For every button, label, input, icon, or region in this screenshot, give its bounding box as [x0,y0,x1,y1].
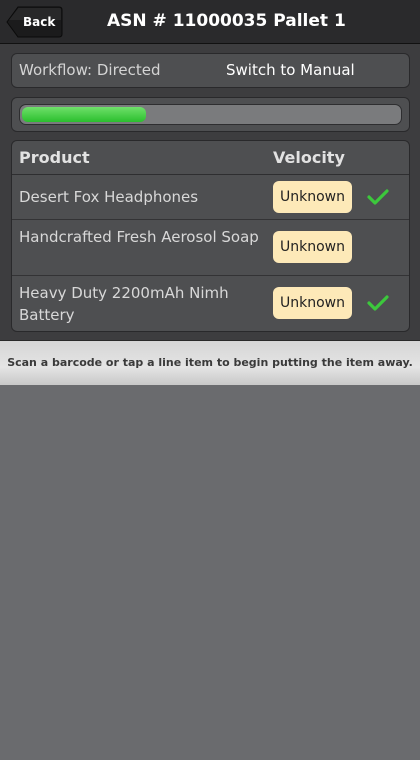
column-header-velocity: Velocity [273,148,345,167]
instruction-text: Scan a barcode or tap a line item to beg… [7,356,413,369]
velocity-badge: Unknown [273,181,352,213]
page-title: ASN # 11000035 Pallet 1 [107,11,346,31]
main-content: Workflow: Directed Switch to Manual Prod… [0,44,420,340]
header-bar: Back ASN # 11000035 Pallet 1 [0,0,420,44]
back-button-label: Back [23,15,56,29]
progress-bar [19,104,402,125]
checkmark-icon [367,295,389,311]
product-name: Desert Fox Headphones [19,188,199,206]
table-row[interactable]: Heavy Duty 2200mAh Nimh Battery Unknown [12,276,409,331]
column-header-product: Product [19,148,90,167]
product-table: Product Velocity Desert Fox Headphones U… [11,140,410,332]
instruction-bar: Scan a barcode or tap a line item to beg… [0,340,420,385]
table-row[interactable]: Desert Fox Headphones Unknown [12,175,409,220]
progress-panel [11,97,410,132]
product-name: Heavy Duty 2200mAh Nimh Battery [19,284,229,324]
progress-fill [22,107,146,122]
switch-to-manual-button[interactable]: Switch to Manual [226,54,355,87]
velocity-badge: Unknown [273,287,352,319]
table-header: Product Velocity [12,141,409,175]
table-row[interactable]: Handcrafted Fresh Aerosol Soap Unknown [12,220,409,276]
workflow-label: Workflow: Directed [19,61,161,79]
checkmark-icon [367,189,389,205]
back-button[interactable]: Back [6,6,63,38]
workflow-panel: Workflow: Directed Switch to Manual [11,53,410,88]
product-name: Handcrafted Fresh Aerosol Soap [19,228,259,246]
velocity-badge: Unknown [273,231,352,263]
